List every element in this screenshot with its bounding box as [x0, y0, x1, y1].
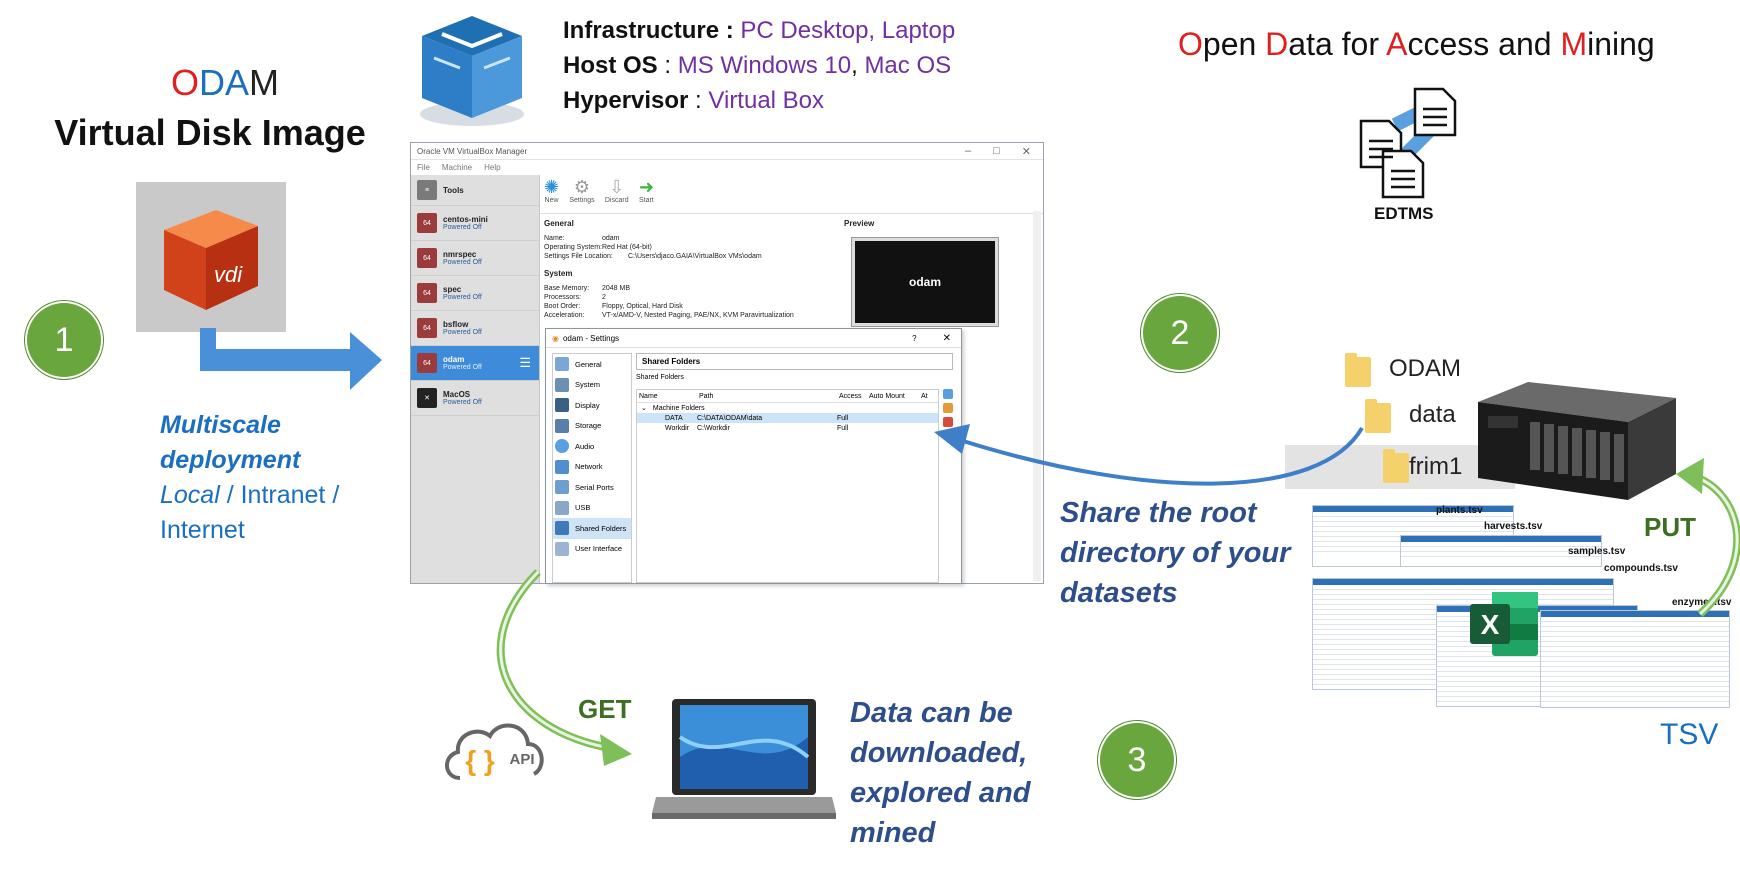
data-line4: mined: [850, 817, 936, 849]
share-arrowhead: [934, 424, 970, 454]
put-arrowhead: [1676, 458, 1704, 494]
api-label: API: [509, 751, 534, 768]
data-line3: explored and: [850, 777, 1031, 809]
data-usage-text: Data can be downloaded, explored and min…: [850, 693, 1031, 853]
get-label: GET: [578, 694, 632, 724]
data-line2: downloaded,: [850, 737, 1028, 769]
share-arrow: [959, 426, 1364, 486]
api-cloud-icon: { } API: [440, 712, 550, 786]
step-3-badge: 3: [1100, 723, 1174, 797]
data-line1: Data can be: [850, 697, 1013, 729]
api-braces: { }: [465, 745, 495, 776]
laptop-icon: [652, 697, 836, 825]
get-arrowhead: [600, 734, 632, 766]
put-arrow: [1690, 472, 1740, 617]
